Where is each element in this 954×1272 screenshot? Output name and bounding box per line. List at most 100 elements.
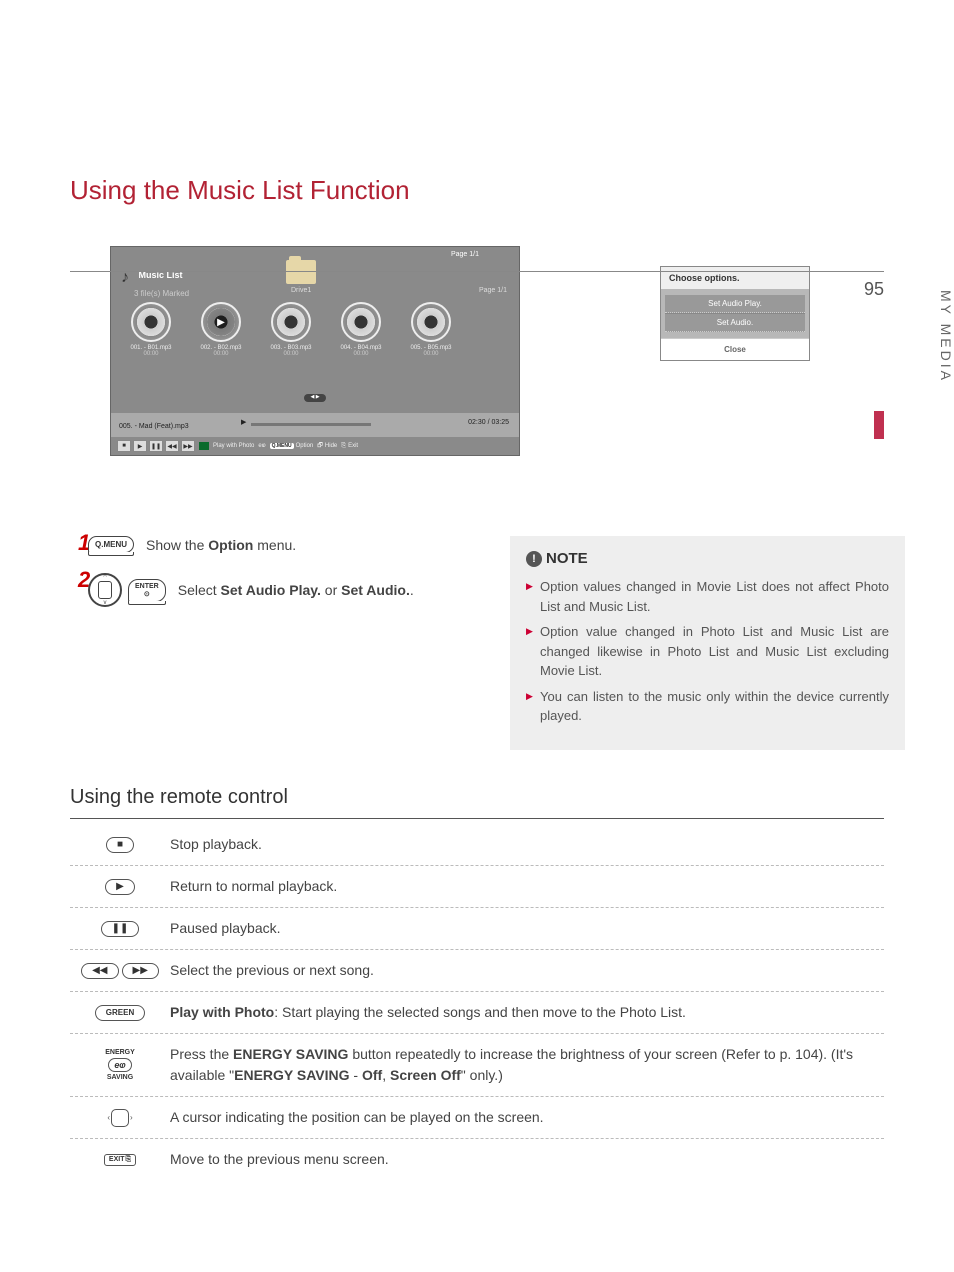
page-indicator-inner: Page 1/1: [479, 287, 507, 294]
track-duration: 00:00: [191, 351, 251, 357]
table-row: ▶ Return to normal playback.: [70, 866, 884, 908]
text: -: [350, 1067, 362, 1083]
bold-text: Set Audio.: [341, 582, 410, 598]
options-close: Close: [661, 338, 809, 360]
energy-saving-icon: eⱷ: [108, 1058, 131, 1072]
text: Press the: [170, 1046, 233, 1062]
row-description: Play with Photo: Start playing the selec…: [170, 1002, 884, 1023]
play-icon: ▶: [133, 440, 147, 452]
next-icon: ▶▶: [181, 440, 195, 452]
drive-label: Drive1: [291, 287, 311, 294]
text: Select: [178, 582, 221, 598]
dpad-icon: [88, 573, 122, 607]
disc-icon: [201, 302, 241, 342]
table-row: ‹› A cursor indicating the position can …: [70, 1097, 884, 1139]
row-description: Move to the previous menu screen.: [170, 1149, 884, 1170]
remote-table: ■ Stop playback. ▶ Return to normal play…: [70, 824, 884, 1180]
green-button-icon: GREEN: [95, 1005, 145, 1021]
marked-count: 3 file(s) Marked: [134, 289, 189, 298]
disc-icon: [131, 302, 171, 342]
play-with-photo-label: Play with Photo: [199, 442, 254, 450]
play-caret-icon: ▶: [241, 418, 246, 426]
energy-label-top: ENERGY: [105, 1049, 135, 1056]
text: ,: [382, 1067, 390, 1083]
text: Show the: [146, 537, 208, 553]
table-row: ◀◀▶▶ Select the previous or next song.: [70, 950, 884, 992]
note-list: Option values changed in Movie List does…: [526, 577, 889, 726]
note-box: !NOTE Option values changed in Movie Lis…: [510, 536, 905, 750]
options-popup: Choose options. Set Audio Play. Set Audi…: [660, 266, 810, 361]
row-description: Paused playback.: [170, 918, 884, 939]
disc-icon: [271, 302, 311, 342]
bold-text: Set Audio Play.: [221, 582, 321, 598]
label-text: Exit: [348, 443, 358, 449]
now-playing-label: 005. - Mad (Feat).mp3: [119, 423, 189, 430]
track-item: 005. - B05.mp300:00: [401, 302, 461, 357]
text: menu.: [253, 537, 296, 553]
folder-icon: [286, 260, 316, 284]
track-list: 001. - B01.mp300:00 002. - B02.mp300:00 …: [121, 302, 461, 357]
label-text: Option: [296, 443, 314, 449]
text: or: [321, 582, 341, 598]
table-row: ■ Stop playback.: [70, 824, 884, 866]
page-number: 95: [864, 279, 884, 300]
bold-text: ENERGY SAVING: [234, 1067, 349, 1083]
music-list-screenshot: Page 1/1 ♪ Music List 3 file(s) Marked D…: [110, 246, 520, 456]
prev-icon: ◀◀: [165, 440, 179, 452]
bold-text: Option: [208, 537, 253, 553]
pause-button-icon: ❚❚: [101, 921, 140, 937]
divider: [70, 818, 884, 819]
stop-button-icon: ■: [106, 837, 134, 853]
side-tab-marker: [874, 411, 884, 439]
note-title: !NOTE: [526, 550, 889, 567]
label-text: Hide: [325, 443, 337, 449]
text: " only.): [461, 1067, 503, 1083]
enter-button-icon: ENTER⊙: [128, 579, 166, 602]
track-item: 003. - B03.mp300:00: [261, 302, 321, 357]
bold-text: Screen Off: [390, 1067, 461, 1083]
progress-track: [251, 423, 371, 426]
label: EXIT: [109, 1156, 125, 1163]
pause-icon: ❚❚: [149, 440, 163, 452]
table-row: ❚❚ Paused playback.: [70, 908, 884, 950]
text: .: [410, 582, 414, 598]
steps: 1 Q.MENU Show the Option menu. 2 ENTER⊙ …: [70, 536, 490, 627]
track-duration: 00:00: [331, 351, 391, 357]
disc-icon: [411, 302, 451, 342]
row-description: Return to normal playback.: [170, 876, 884, 897]
energy-label-bottom: SAVING: [107, 1074, 133, 1081]
step-2-text: Select Set Audio Play. or Set Audio..: [178, 582, 414, 598]
bold-text: Play with Photo: [170, 1004, 274, 1020]
forward-button-icon: ▶▶: [122, 963, 159, 979]
row-description: Stop playback.: [170, 834, 884, 855]
bold-text: ENERGY SAVING: [233, 1046, 348, 1062]
energy-footer-icon: eⱷ: [258, 443, 265, 449]
text: : Start playing the selected songs and t…: [274, 1004, 686, 1020]
note-item: Option value changed in Photo List and M…: [526, 622, 889, 681]
cursor-button-icon: ‹›: [107, 1109, 132, 1127]
control-footer: ■ ▶ ❚❚ ◀◀ ▶▶ Play with Photo eⱷ Q.MENUOp…: [111, 437, 519, 455]
green-button-icon: [199, 442, 209, 450]
side-tab-label: MY MEDIA: [938, 290, 954, 400]
time-display: 02:30 / 03:25: [468, 419, 509, 426]
option-set-audio-play: Set Audio Play.: [665, 295, 805, 313]
row-description: Press the ENERGY SAVING button repeatedl…: [170, 1044, 884, 1086]
label: ENTER: [135, 583, 159, 590]
option-set-audio: Set Audio.: [665, 313, 805, 332]
bold-text: Off: [362, 1067, 382, 1083]
subsection-title: Using the remote control: [70, 786, 288, 809]
step-1-text: Show the Option menu.: [146, 537, 296, 553]
exit-button-icon: EXIT ⎘: [104, 1154, 136, 1166]
step-2: 2 ENTER⊙ Select Set Audio Play. or Set A…: [70, 573, 490, 607]
rewind-button-icon: ◀◀: [81, 963, 118, 979]
qmenu-badge: Q.MENU: [270, 443, 294, 449]
table-row: ENERGY eⱷ SAVING Press the ENERGY SAVING…: [70, 1034, 884, 1097]
hide-label: 🗗 Hide: [317, 441, 337, 451]
stop-icon: ■: [117, 440, 131, 452]
disc-icon: [341, 302, 381, 342]
table-row: EXIT ⎘ Move to the previous menu screen.: [70, 1139, 884, 1180]
track-duration: 00:00: [261, 351, 321, 357]
track-item: 004. - B04.mp300:00: [331, 302, 391, 357]
track-duration: 00:00: [121, 351, 181, 357]
track-item: 001. - B01.mp300:00: [121, 302, 181, 357]
